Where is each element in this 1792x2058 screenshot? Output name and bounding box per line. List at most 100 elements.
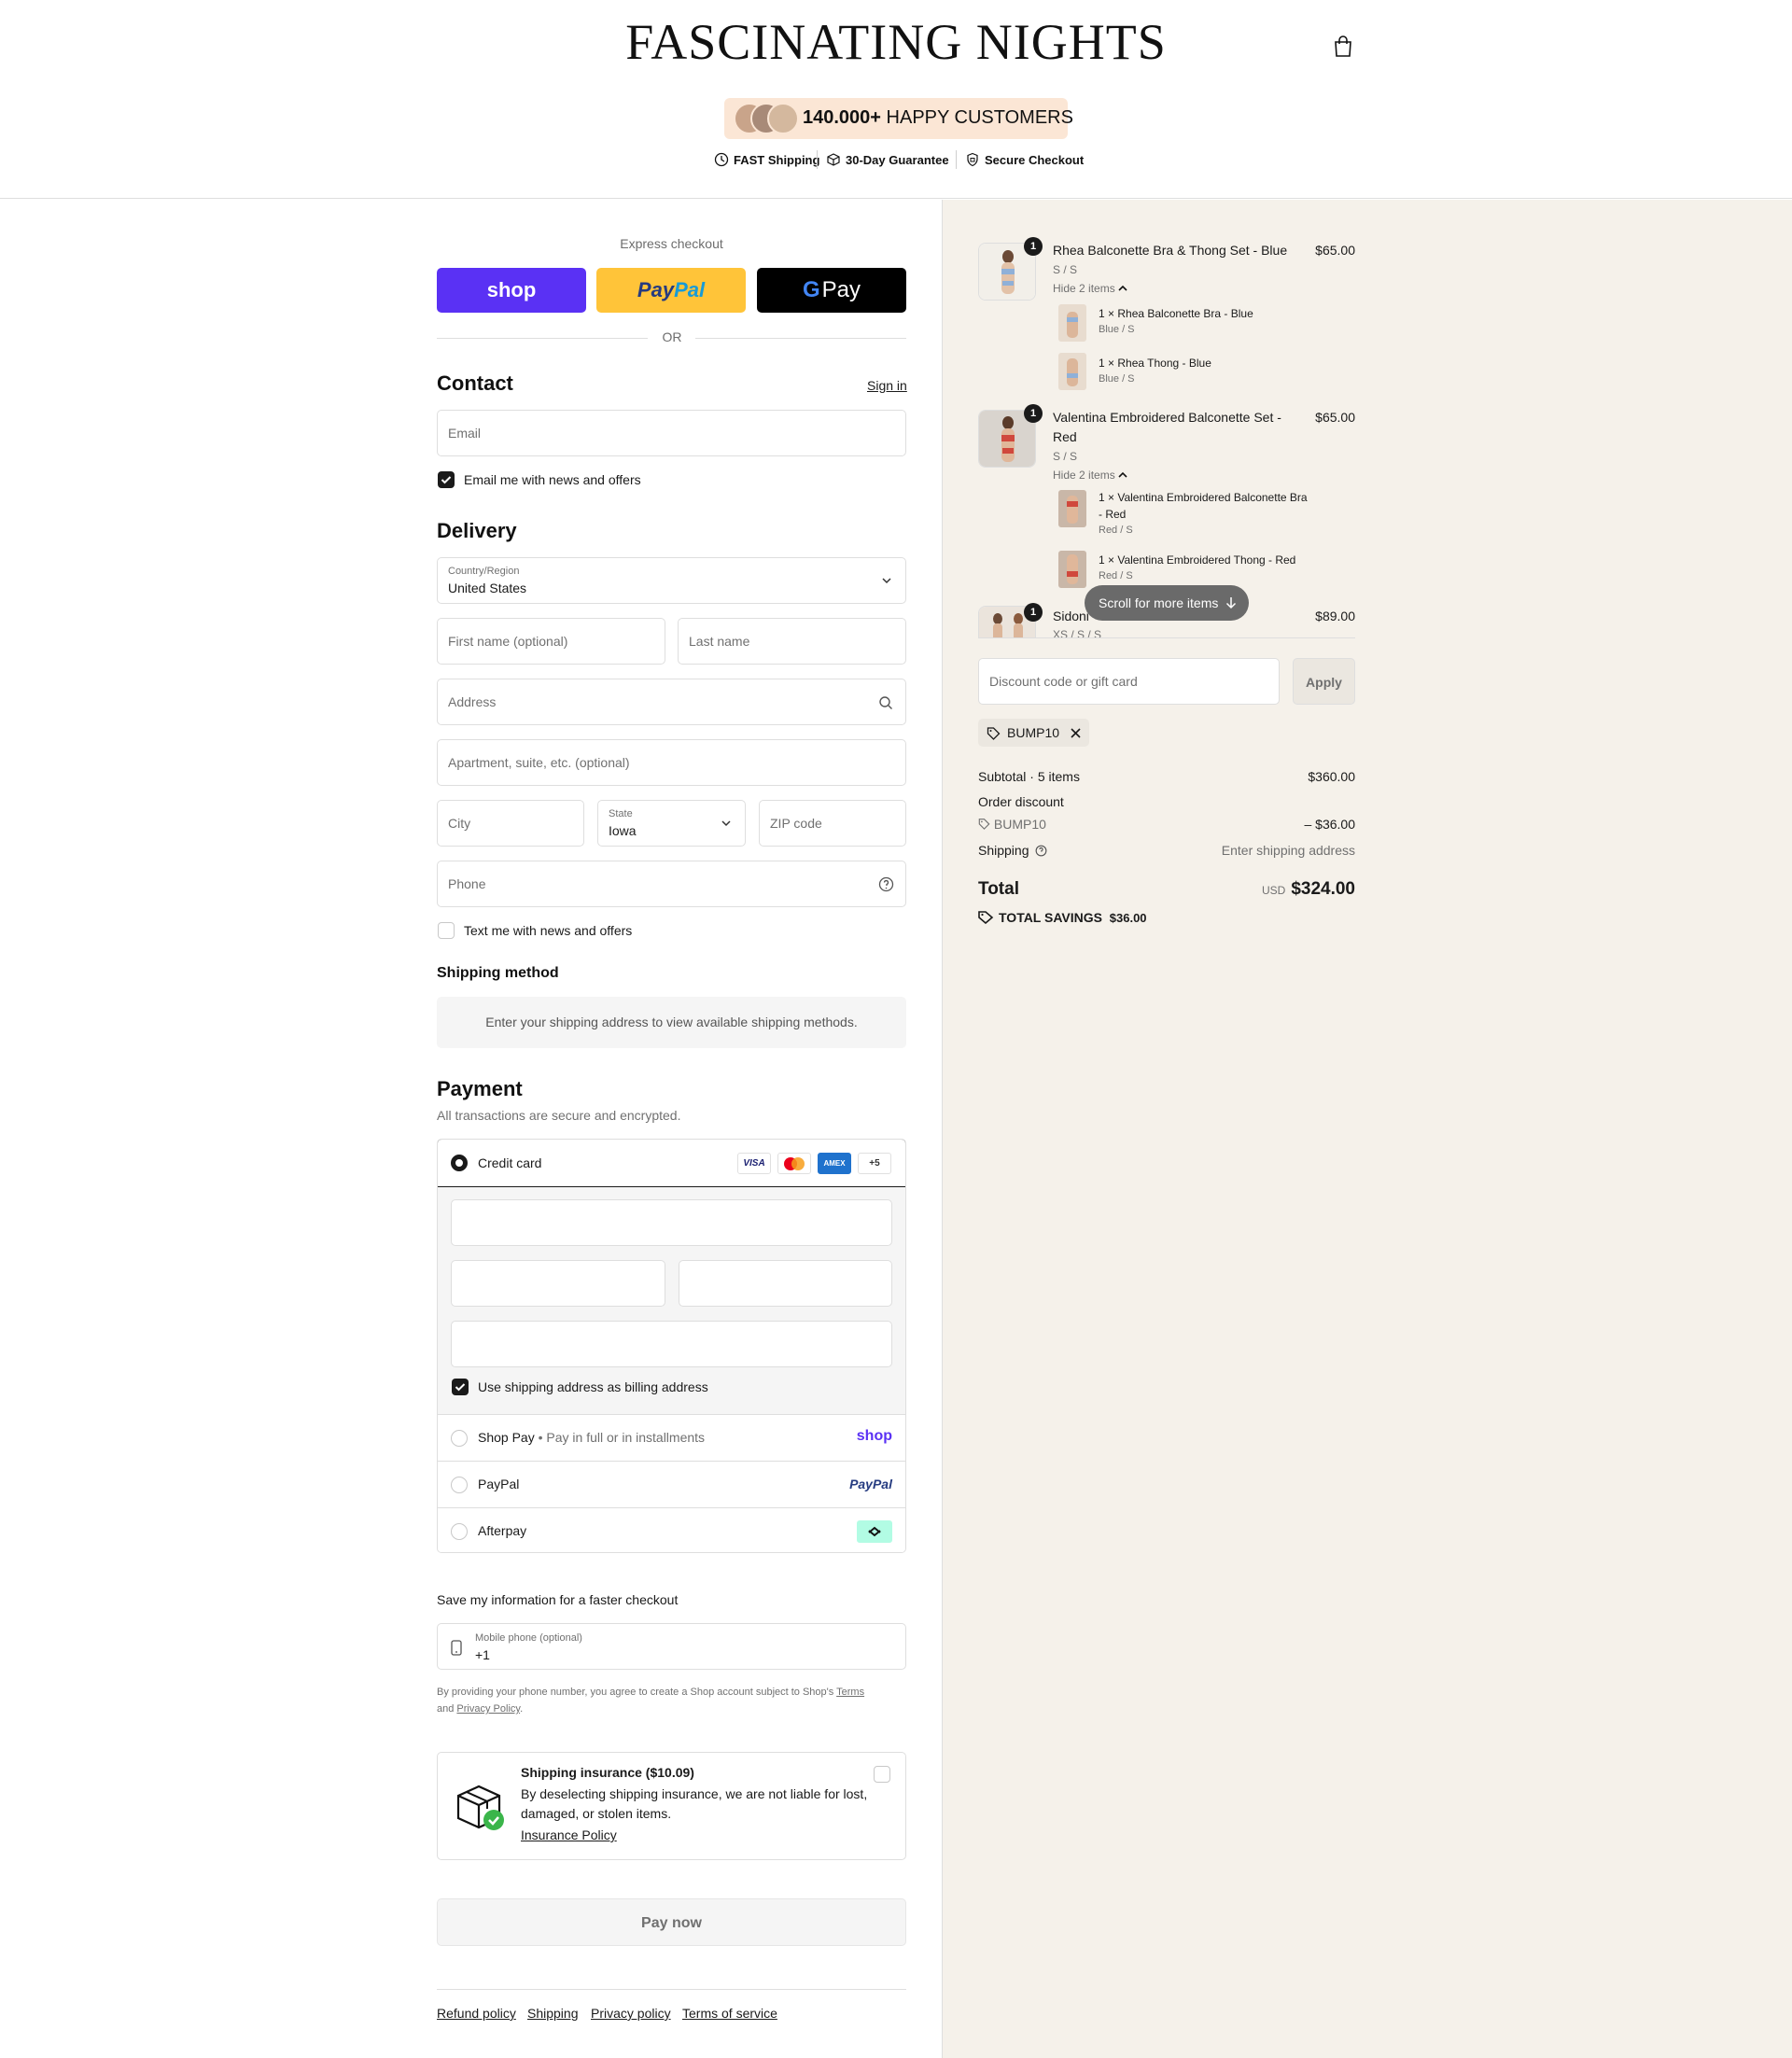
scroll-for-more-button[interactable]: Scroll for more items bbox=[1085, 585, 1249, 621]
payment-subtitle: All transactions are secure and encrypte… bbox=[437, 1108, 681, 1123]
visa-logo: VISA bbox=[737, 1153, 771, 1174]
privacy-policy-link[interactable]: Privacy Policy bbox=[456, 1703, 520, 1715]
divider bbox=[695, 338, 906, 339]
shop-legal-text: By providing your phone number, you agre… bbox=[437, 1687, 865, 1715]
paypal-option[interactable]: PayPal PayPal bbox=[438, 1461, 905, 1507]
tag-icon bbox=[978, 911, 994, 925]
product-price: $65.00 bbox=[1315, 243, 1355, 258]
shop-pay-option[interactable]: Shop Pay • Pay in full or in installment… bbox=[438, 1414, 905, 1461]
sub-item-name: 1 × Rhea Balconette Bra - Blue bbox=[1099, 307, 1253, 320]
afterpay-logo bbox=[857, 1520, 892, 1543]
divider bbox=[956, 150, 957, 169]
phone-placeholder: Phone bbox=[448, 876, 486, 891]
sub-item-thumbnail bbox=[1058, 490, 1086, 527]
insurance-checkbox[interactable] bbox=[874, 1766, 890, 1783]
email-news-checkbox[interactable] bbox=[438, 471, 455, 488]
quantity-badge: 1 bbox=[1024, 603, 1043, 622]
sub-item-variant: Blue / S bbox=[1099, 324, 1135, 335]
credit-card-option[interactable]: Credit card VISA AMEX +5 bbox=[438, 1140, 905, 1187]
terms-of-service-link[interactable]: Terms of service bbox=[682, 2006, 777, 2021]
state-value: Iowa bbox=[609, 823, 637, 838]
afterpay-radio[interactable] bbox=[451, 1523, 468, 1540]
sub-item-name: 1 × Rhea Thong - Blue bbox=[1099, 357, 1211, 370]
security-code-field[interactable] bbox=[679, 1260, 892, 1307]
shipping-label: Shipping bbox=[978, 843, 1047, 858]
chevron-up-icon bbox=[1118, 285, 1127, 291]
sub-item-thumbnail bbox=[1058, 304, 1086, 342]
shop-pay-express-button[interactable]: shop bbox=[437, 268, 586, 313]
payment-methods: Credit card VISA AMEX +5 Use shipping ad… bbox=[437, 1139, 906, 1553]
address-field[interactable]: Address bbox=[437, 679, 906, 725]
apartment-field[interactable]: Apartment, suite, etc. (optional) bbox=[437, 739, 906, 786]
apartment-placeholder: Apartment, suite, etc. (optional) bbox=[448, 755, 630, 770]
state-select[interactable]: State Iowa bbox=[597, 800, 746, 847]
save-info-heading: Save my information for a faster checkou… bbox=[437, 1592, 679, 1607]
country-select[interactable]: Country/Region United States bbox=[437, 557, 906, 604]
happy-customers-badge: 140.000+ HAPPY CUSTOMERS bbox=[724, 98, 1073, 139]
zip-field[interactable]: ZIP code bbox=[759, 800, 906, 847]
paypal-radio[interactable] bbox=[451, 1477, 468, 1493]
applied-code-label: BUMP10 bbox=[1007, 725, 1060, 740]
shipping-link[interactable]: Shipping bbox=[527, 2006, 579, 2021]
product-variant: XS / S / S bbox=[1053, 628, 1102, 637]
hide-items-toggle[interactable]: Hide 2 items bbox=[1053, 469, 1127, 482]
terms-link[interactable]: Terms bbox=[836, 1687, 864, 1698]
paypal-label: PayPal bbox=[478, 1477, 520, 1491]
billing-address-checkbox[interactable] bbox=[452, 1379, 469, 1395]
insurance-title: Shipping insurance ($10.09) bbox=[521, 1765, 694, 1780]
sign-in-link[interactable]: Sign in bbox=[867, 378, 907, 393]
first-name-placeholder: First name (optional) bbox=[448, 634, 568, 649]
last-name-field[interactable]: Last name bbox=[678, 618, 906, 665]
email-field[interactable]: Email bbox=[437, 410, 906, 456]
quantity-badge: 1 bbox=[1024, 237, 1043, 256]
sub-item-variant: Red / S bbox=[1099, 525, 1133, 536]
city-field[interactable]: City bbox=[437, 800, 584, 847]
first-name-field[interactable]: First name (optional) bbox=[437, 618, 665, 665]
total-value: $324.00 bbox=[1291, 879, 1355, 899]
hide-items-toggle[interactable]: Hide 2 items bbox=[1053, 282, 1127, 295]
phone-field[interactable]: Phone bbox=[437, 861, 906, 907]
discount-placeholder: Discount code or gift card bbox=[989, 674, 1138, 689]
privacy-policy-link[interactable]: Privacy policy bbox=[591, 2006, 671, 2021]
tag-icon bbox=[987, 727, 1001, 740]
afterpay-option[interactable]: Afterpay bbox=[438, 1507, 905, 1552]
email-placeholder: Email bbox=[448, 426, 482, 441]
billing-address-label: Use shipping address as billing address bbox=[478, 1379, 708, 1394]
insurance-policy-link[interactable]: Insurance Policy bbox=[521, 1827, 617, 1842]
zip-placeholder: ZIP code bbox=[770, 816, 822, 831]
product-name: Valentina Embroidered Balconette Set - Re… bbox=[1053, 410, 1281, 444]
shopping-bag-icon[interactable] bbox=[1333, 35, 1353, 58]
sub-item-variant: Blue / S bbox=[1099, 373, 1135, 385]
credit-card-radio[interactable] bbox=[451, 1155, 468, 1171]
payment-heading: Payment bbox=[437, 1077, 523, 1100]
expiration-field[interactable] bbox=[451, 1260, 665, 1307]
header: FASCINATING NIGHTS 140.000+ HAPPY CUSTOM… bbox=[0, 0, 1792, 199]
last-name-placeholder: Last name bbox=[689, 634, 750, 649]
card-number-field[interactable] bbox=[451, 1199, 892, 1246]
paypal-logo: PayPal bbox=[849, 1477, 892, 1491]
shipping-value: Enter shipping address bbox=[1221, 843, 1355, 858]
insurance-body: By deselecting shipping insurance, we ar… bbox=[521, 1786, 868, 1821]
google-g-icon: G bbox=[802, 277, 820, 302]
shop-pay-radio[interactable] bbox=[451, 1430, 468, 1447]
close-icon[interactable] bbox=[1071, 728, 1081, 738]
credit-card-label: Credit card bbox=[478, 1155, 542, 1170]
name-on-card-field[interactable] bbox=[451, 1321, 892, 1367]
paypal-express-button[interactable]: PayPal bbox=[596, 268, 746, 313]
mobile-phone-field[interactable]: Mobile phone (optional) +1 bbox=[437, 1623, 906, 1670]
divider bbox=[437, 1989, 906, 1990]
text-news-checkbox[interactable] bbox=[438, 922, 455, 939]
apply-discount-button[interactable]: Apply bbox=[1293, 658, 1355, 705]
help-icon[interactable] bbox=[1035, 845, 1047, 857]
express-checkout-title: Express checkout bbox=[620, 236, 723, 251]
product-price: $89.00 bbox=[1315, 609, 1355, 623]
shield-icon bbox=[967, 152, 978, 167]
discount-code-field[interactable]: Discount code or gift card bbox=[978, 658, 1280, 705]
google-pay-express-button[interactable]: G Pay bbox=[757, 268, 906, 313]
pay-now-button[interactable]: Pay now bbox=[437, 1898, 906, 1946]
store-logo[interactable]: FASCINATING NIGHTS bbox=[0, 13, 1792, 71]
refund-policy-link[interactable]: Refund policy bbox=[437, 2006, 516, 2021]
applied-code-tag: BUMP10 bbox=[978, 719, 1089, 747]
sub-item-thumbnail bbox=[1058, 353, 1086, 390]
help-icon[interactable] bbox=[878, 876, 894, 892]
